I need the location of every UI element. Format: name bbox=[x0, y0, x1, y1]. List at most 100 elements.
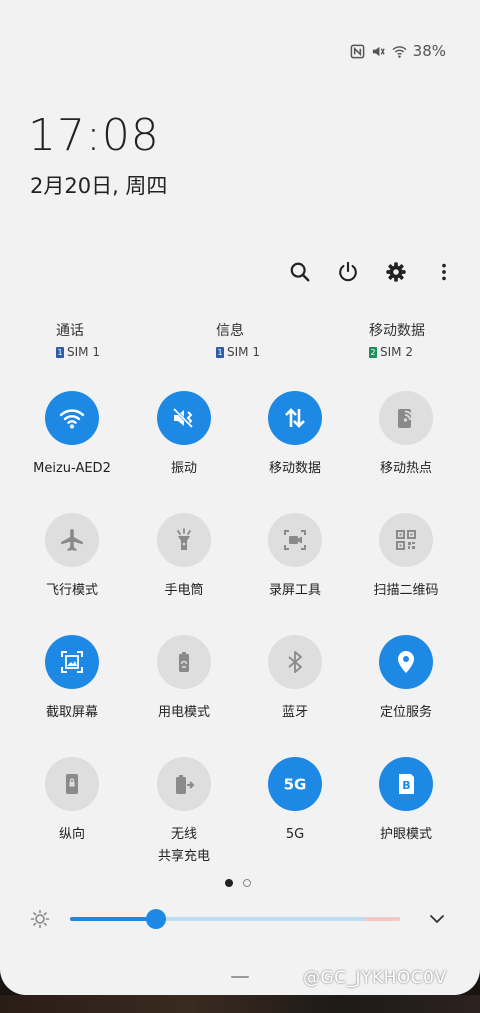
search-icon bbox=[290, 262, 310, 282]
quick-settings-panel: 38% 17:08 2月20日, 周四 通话 1 SIM 1 信息 1 SIM … bbox=[0, 0, 480, 995]
tile-vibrate[interactable]: 振动 bbox=[128, 391, 240, 480]
tile-icon-bg bbox=[379, 513, 433, 567]
vibrate-icon bbox=[371, 44, 386, 59]
tile-label: 移动热点 bbox=[379, 461, 432, 476]
tile-icon-bg bbox=[157, 391, 211, 445]
tile-qr-scan[interactable]: 扫描二维码 bbox=[350, 513, 462, 602]
wifi-icon bbox=[59, 409, 85, 429]
svg-text:B: B bbox=[402, 779, 410, 792]
sim-number-badge: 1 bbox=[216, 346, 224, 358]
chevron-down-icon[interactable] bbox=[426, 908, 448, 930]
brightness-fill bbox=[70, 917, 156, 921]
tile-label: 5G bbox=[285, 827, 305, 842]
sim-number-badge: 1 bbox=[56, 346, 64, 358]
tile-location[interactable]: 定位服务 bbox=[350, 635, 462, 724]
sim-mobile-data-label: SIM 2 bbox=[380, 345, 413, 359]
tile-icon-bg bbox=[45, 635, 99, 689]
tile-mobile-data[interactable]: 移动数据 bbox=[239, 391, 351, 480]
airplane-icon bbox=[61, 529, 83, 551]
sim-messages-title: 信息 bbox=[216, 323, 244, 339]
tile-icon-bg bbox=[45, 513, 99, 567]
power-button[interactable] bbox=[332, 256, 364, 288]
tile-screenshot[interactable]: 截取屏幕 bbox=[16, 635, 128, 724]
tile-icon-bg bbox=[268, 635, 322, 689]
tile-label: 护眼模式 bbox=[379, 827, 432, 842]
tile-icon-bg bbox=[268, 391, 322, 445]
tile-label: 手电筒 bbox=[164, 583, 204, 598]
sim-messages[interactable]: 信息 1 SIM 1 bbox=[216, 320, 260, 359]
clock-time: 17:08 bbox=[28, 110, 160, 161]
tile-label: Meizu-AED2 bbox=[33, 461, 111, 476]
more-icon bbox=[442, 263, 446, 281]
flashlight-icon bbox=[177, 528, 191, 550]
nfc-icon bbox=[350, 44, 365, 59]
svg-text:5G: 5G bbox=[284, 776, 307, 794]
tile-hotspot[interactable]: 移动热点 bbox=[350, 391, 462, 480]
tile-label: 定位服务 bbox=[379, 705, 432, 720]
tile-label: 振动 bbox=[170, 461, 197, 476]
page-dot[interactable] bbox=[243, 879, 251, 887]
screen-record-icon bbox=[284, 530, 306, 550]
wallpaper-strip bbox=[0, 995, 480, 1013]
tile-label: 移动数据 bbox=[268, 461, 321, 476]
page-dot-active[interactable] bbox=[225, 879, 233, 887]
tile-eye-comfort[interactable]: B 护眼模式 bbox=[350, 757, 462, 846]
power-mode-icon bbox=[179, 652, 189, 672]
battery-percent: 38% bbox=[412, 42, 446, 60]
sim-number-badge: 2 bbox=[369, 346, 377, 358]
wireless-share-icon bbox=[176, 775, 195, 794]
tile-icon-bg: B bbox=[379, 757, 433, 811]
tile-label: 用电模式 bbox=[157, 705, 210, 720]
tile-screen-record[interactable]: 录屏工具 bbox=[239, 513, 351, 602]
bluetooth-icon bbox=[288, 651, 302, 673]
status-bar: 38% bbox=[350, 42, 446, 60]
vibrate-icon bbox=[172, 407, 194, 429]
5g-icon: 5G bbox=[284, 776, 307, 794]
screenshot-icon bbox=[61, 651, 83, 673]
tile-airplane[interactable]: 飞行模式 bbox=[16, 513, 128, 602]
page-indicator bbox=[225, 879, 251, 887]
tile-bluetooth[interactable]: 蓝牙 bbox=[239, 635, 351, 724]
tile-icon-bg bbox=[157, 635, 211, 689]
brightness-thumb[interactable] bbox=[145, 909, 166, 929]
tile-icon-bg bbox=[45, 757, 99, 811]
power-icon bbox=[339, 261, 357, 282]
qr-code-icon bbox=[396, 530, 416, 550]
brightness-high-zone bbox=[366, 917, 400, 921]
tile-label: 扫描二维码 bbox=[373, 583, 439, 598]
eye-comfort-icon: B bbox=[399, 774, 414, 794]
settings-icon bbox=[386, 262, 406, 282]
tile-label: 截取屏幕 bbox=[45, 705, 98, 720]
tile-power-mode[interactable]: 用电模式 bbox=[128, 635, 240, 724]
tile-wifi[interactable]: Meizu-AED2 bbox=[16, 391, 128, 480]
tile-icon-bg bbox=[268, 513, 322, 567]
more-options-button[interactable] bbox=[428, 256, 460, 288]
sim-calls[interactable]: 通话 1 SIM 1 bbox=[56, 320, 100, 359]
watermark: @GC_JYKHOC0V bbox=[303, 968, 447, 988]
tile-5g[interactable]: 5G 5G bbox=[239, 757, 351, 846]
location-icon bbox=[398, 651, 414, 673]
tile-label: 无线 共享充电 bbox=[157, 827, 210, 864]
settings-button[interactable] bbox=[380, 256, 412, 288]
tile-flashlight[interactable]: 手电筒 bbox=[128, 513, 240, 602]
sim-mobile-data[interactable]: 移动数据 2 SIM 2 bbox=[369, 320, 425, 359]
brightness-slider[interactable] bbox=[70, 917, 400, 921]
sim-mobile-data-title: 移动数据 bbox=[369, 323, 425, 339]
clock-date: 2月20日, 周四 bbox=[30, 174, 168, 198]
sim-calls-title: 通话 bbox=[56, 323, 84, 339]
tile-icon-bg bbox=[157, 513, 211, 567]
panel-drag-handle[interactable] bbox=[231, 976, 249, 978]
tile-icon-bg: 5G bbox=[268, 757, 322, 811]
brightness-icon bbox=[30, 909, 50, 929]
tile-icon-bg bbox=[45, 391, 99, 445]
tile-portrait-lock[interactable]: 纵向 bbox=[16, 757, 128, 846]
tile-wireless-share[interactable]: 无线 共享充电 bbox=[128, 757, 240, 868]
portrait-lock-icon bbox=[66, 774, 78, 794]
tile-label: 蓝牙 bbox=[281, 705, 308, 720]
search-button[interactable] bbox=[284, 256, 316, 288]
sim-messages-label: SIM 1 bbox=[227, 345, 260, 359]
sim-selector-row: 通话 1 SIM 1 信息 1 SIM 1 移动数据 2 SIM 2 bbox=[0, 320, 480, 364]
hotspot-icon bbox=[398, 409, 415, 428]
sim-calls-label: SIM 1 bbox=[67, 345, 100, 359]
tile-label: 飞行模式 bbox=[45, 583, 98, 598]
